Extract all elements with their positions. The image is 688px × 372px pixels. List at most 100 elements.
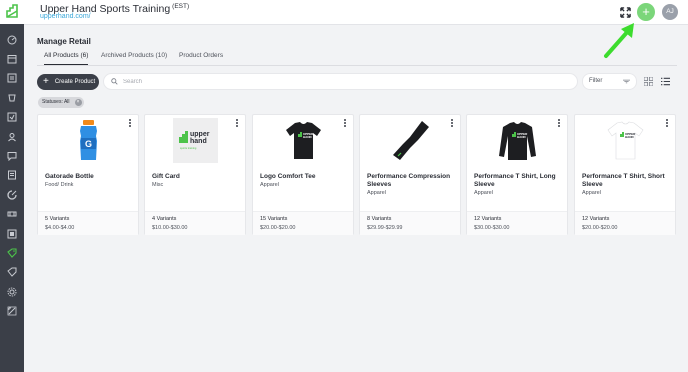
plus-icon: +: [43, 76, 49, 87]
product-image: UPPER HAND: [495, 118, 540, 163]
credit-passes-icon: [7, 229, 17, 239]
fullscreen-icon[interactable]: [620, 7, 631, 18]
sidebar-item-memberships[interactable]: [0, 205, 24, 224]
remove-filter-icon[interactable]: ×: [74, 99, 82, 106]
sidebar-item-events[interactable]: [0, 88, 24, 107]
create-product-button[interactable]: + Create Product: [37, 74, 99, 90]
messages-icon: [7, 152, 17, 162]
product-name: Performance T Shirt, Short Sleeve Apparel: [582, 173, 670, 197]
tab-all-products[interactable]: All Products (6): [44, 52, 89, 65]
product-card[interactable]: upper hand sports training Gift Card Misc 4 V…: [144, 114, 246, 235]
more-options-icon[interactable]: [558, 119, 561, 128]
sidebar-item-payments[interactable]: [0, 185, 24, 204]
variant-count: 12 Variants: [474, 216, 502, 222]
product-type: Misc: [152, 182, 164, 188]
product-card-footer: 8 Variants $29.99-$29.99: [360, 211, 460, 235]
sidebar: [0, 0, 24, 372]
price-range: $29.99-$29.99: [367, 225, 403, 231]
search-bar[interactable]: [103, 73, 578, 90]
svg-text:HAND: HAND: [625, 135, 634, 139]
sidebar-item-calendar[interactable]: [0, 49, 24, 68]
product-card[interactable]: Performance Compression Sleeves Apparel 8 …: [359, 114, 461, 235]
sidebar-item-dashboard[interactable]: [0, 30, 24, 49]
price-range: $20.00-$20.00: [260, 225, 296, 231]
more-options-icon[interactable]: [129, 119, 132, 128]
dashboard-icon: [7, 35, 17, 45]
product-type: Apparel: [367, 190, 386, 196]
app-logo[interactable]: [0, 0, 24, 24]
product-name: Gift Card Misc: [152, 173, 240, 189]
product-image: G: [66, 118, 111, 163]
status-filter-label: Statuses: All: [42, 99, 70, 105]
product-image: UPPER HAND: [281, 118, 326, 163]
coupons-icon: [7, 267, 17, 278]
svg-text:G: G: [85, 139, 92, 149]
filter-dropdown[interactable]: Filter: [582, 73, 637, 90]
resources-icon: [7, 306, 17, 316]
upper-hand-logo-icon: [6, 4, 18, 18]
events-icon: [8, 94, 16, 102]
product-image: UPPER HAND: [603, 118, 648, 163]
tab-archived-products[interactable]: Archived Products (10): [101, 52, 167, 64]
product-type: Apparel: [260, 182, 279, 188]
page-title: Manage Retail: [37, 37, 91, 46]
product-card[interactable]: UPPER HAND Performance T Shirt, Long Sleev…: [466, 114, 568, 235]
grid-view-icon[interactable]: [644, 77, 653, 86]
product-card-footer: 15 Variants $20.00-$20.00: [253, 211, 353, 235]
more-options-icon[interactable]: [344, 119, 347, 128]
sidebar-item-reports[interactable]: [0, 166, 24, 185]
svg-text:upper: upper: [190, 131, 210, 138]
memberships-icon: [7, 211, 17, 217]
company-url-link[interactable]: upperhand.com/: [40, 13, 91, 20]
settings-icon: [7, 287, 17, 297]
sidebar-item-staff[interactable]: [0, 127, 24, 146]
sidebar-item-settings[interactable]: [0, 282, 24, 301]
calendar-icon: [7, 55, 17, 64]
list-view-icon[interactable]: [661, 77, 670, 86]
tab-product-orders[interactable]: Product Orders: [179, 52, 223, 64]
price-range: $30.00-$30.00: [474, 225, 510, 231]
timezone-label: (EST): [172, 3, 190, 10]
product-card-footer: 5 Variants $4.00-$4.00: [38, 211, 138, 235]
svg-text:HAND: HAND: [303, 135, 312, 139]
variant-count: 15 Variants: [260, 216, 288, 222]
clients-icon: [7, 73, 17, 83]
variant-count: 12 Variants: [582, 216, 610, 222]
search-input[interactable]: [123, 78, 563, 85]
status-filter-chip: Statuses: All ×: [38, 97, 84, 108]
product-type: Apparel: [582, 190, 601, 196]
product-name: Performance T Shirt, Long Sleeve Apparel: [474, 173, 562, 197]
price-range: $4.00-$4.00: [45, 225, 75, 231]
product-name: Performance Compression Sleeves Apparel: [367, 173, 455, 197]
product-card[interactable]: UPPER HAND Logo Comfort Tee Apparel 15 Varia…: [252, 114, 354, 235]
sidebar-item-coupons[interactable]: [0, 263, 24, 282]
product-type: Food/ Drink: [45, 182, 74, 188]
filter-label: Filter: [589, 78, 603, 84]
payments-icon: [7, 190, 17, 200]
product-card[interactable]: UPPER HAND Performance T Shirt, Short Slee…: [574, 114, 676, 235]
price-range: $20.00-$20.00: [582, 225, 618, 231]
svg-text:sports training: sports training: [180, 146, 197, 150]
sidebar-item-clients[interactable]: [0, 69, 24, 88]
product-card-footer: 4 Variants $10.00-$30.00: [145, 211, 245, 235]
retail-tabs: All Products (6) Archived Products (10) …: [37, 51, 677, 66]
sidebar-item-resources[interactable]: [0, 301, 24, 320]
product-card-footer: 12 Variants $20.00-$20.00: [575, 211, 675, 235]
more-options-icon[interactable]: [451, 119, 454, 128]
sidebar-item-messages[interactable]: [0, 146, 24, 165]
more-options-icon[interactable]: [236, 119, 239, 128]
create-product-label: Create Product: [54, 79, 96, 85]
more-options-icon[interactable]: [666, 119, 669, 128]
product-type: Apparel: [474, 190, 493, 196]
product-name: Gatorade Bottle Food/ Drink: [45, 173, 133, 189]
schedule-icon: [7, 112, 17, 122]
user-avatar[interactable]: AJ: [662, 4, 678, 20]
product-name: Logo Comfort Tee Apparel: [260, 173, 348, 189]
sidebar-item-retail[interactable]: [0, 243, 24, 262]
sidebar-item-schedule[interactable]: [0, 108, 24, 127]
sidebar-item-credit-passes[interactable]: [0, 224, 24, 243]
svg-text:HAND: HAND: [517, 135, 526, 139]
product-image: [388, 118, 433, 163]
price-range: $10.00-$30.00: [152, 225, 188, 231]
product-card[interactable]: G Gatorade Bottle Food/ Drink 5 Variants $4.…: [37, 114, 139, 235]
